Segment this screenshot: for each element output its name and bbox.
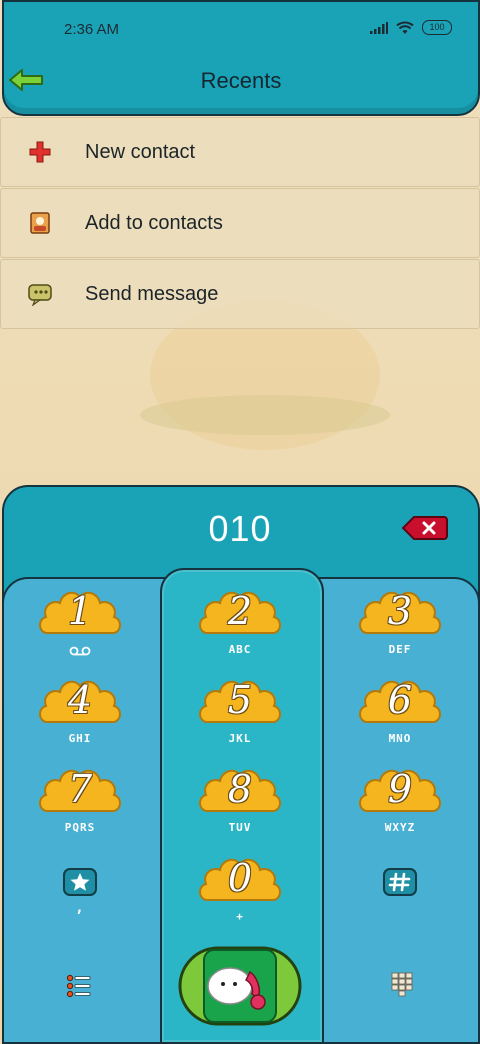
call-button[interactable] <box>178 946 302 1026</box>
key-digit: 0 <box>227 856 253 900</box>
backspace-icon[interactable] <box>402 515 448 541</box>
battery-indicator: 100 <box>422 20 452 35</box>
menu-item-add-to-contacts[interactable]: Add to contacts <box>0 188 480 258</box>
key-digit: 3 <box>387 589 413 633</box>
menu-item-label: Add to contacts <box>85 211 223 234</box>
app-header: 2:36 AM 100 Recents <box>2 0 480 116</box>
voicemail-icon <box>69 646 91 656</box>
contact-card-icon <box>27 210 53 236</box>
key-1[interactable]: 1 <box>32 587 128 663</box>
key-star[interactable]: , <box>32 866 128 942</box>
menu-item-send-message[interactable]: Send message <box>0 259 480 329</box>
menu-item-new-contact[interactable]: New contact <box>0 117 480 187</box>
key-letters: MNO <box>388 732 412 745</box>
key-digit: 5 <box>227 678 253 722</box>
key-digit: 4 <box>67 678 93 722</box>
key-digit: 2 <box>227 589 253 633</box>
key-letters: PQRS <box>64 821 96 834</box>
key-letters: TUV <box>228 821 252 834</box>
key-digit: 9 <box>387 767 413 811</box>
key-letters: WXYZ <box>384 821 416 834</box>
key-8[interactable]: 8 TUV <box>192 765 288 841</box>
key-letters: GHI <box>68 732 92 745</box>
key-letters: ABC <box>228 643 252 656</box>
message-icon <box>27 281 53 307</box>
key-digit: 1 <box>67 589 93 633</box>
key-3[interactable]: 3 DEF <box>352 587 448 663</box>
key-2[interactable]: 2 ABC <box>192 587 288 663</box>
signal-icon <box>370 21 388 34</box>
plus-icon <box>27 139 53 165</box>
key-digit: 6 <box>387 678 413 722</box>
wifi-icon <box>396 21 414 34</box>
menu-item-label: New contact <box>85 140 196 163</box>
background-decoration <box>140 395 390 435</box>
dialpad-grid-icon[interactable] <box>385 972 419 1000</box>
key-6[interactable]: 6 MNO <box>352 676 448 752</box>
star-icon <box>63 868 97 896</box>
key-star-sub: , <box>75 900 85 916</box>
key-0[interactable]: 0 + <box>192 854 288 930</box>
page-title: Recents <box>200 68 282 93</box>
key-letters: DEF <box>388 643 412 656</box>
call-log-list-icon[interactable] <box>62 972 96 1000</box>
key-7[interactable]: 7 PQRS <box>32 765 128 841</box>
key-9[interactable]: 9 WXYZ <box>352 765 448 841</box>
key-letters: JKL <box>228 732 252 745</box>
key-4[interactable]: 4 GHI <box>32 676 128 752</box>
hash-icon[interactable] <box>383 868 417 896</box>
key-digit: 7 <box>67 767 93 811</box>
status-icons: 100 <box>370 20 452 35</box>
key-digit: 8 <box>227 767 253 811</box>
status-time: 2:36 AM <box>64 21 120 38</box>
key-letters: + <box>236 910 244 923</box>
key-5[interactable]: 5 JKL <box>192 676 288 752</box>
menu-item-label: Send message <box>85 282 219 305</box>
